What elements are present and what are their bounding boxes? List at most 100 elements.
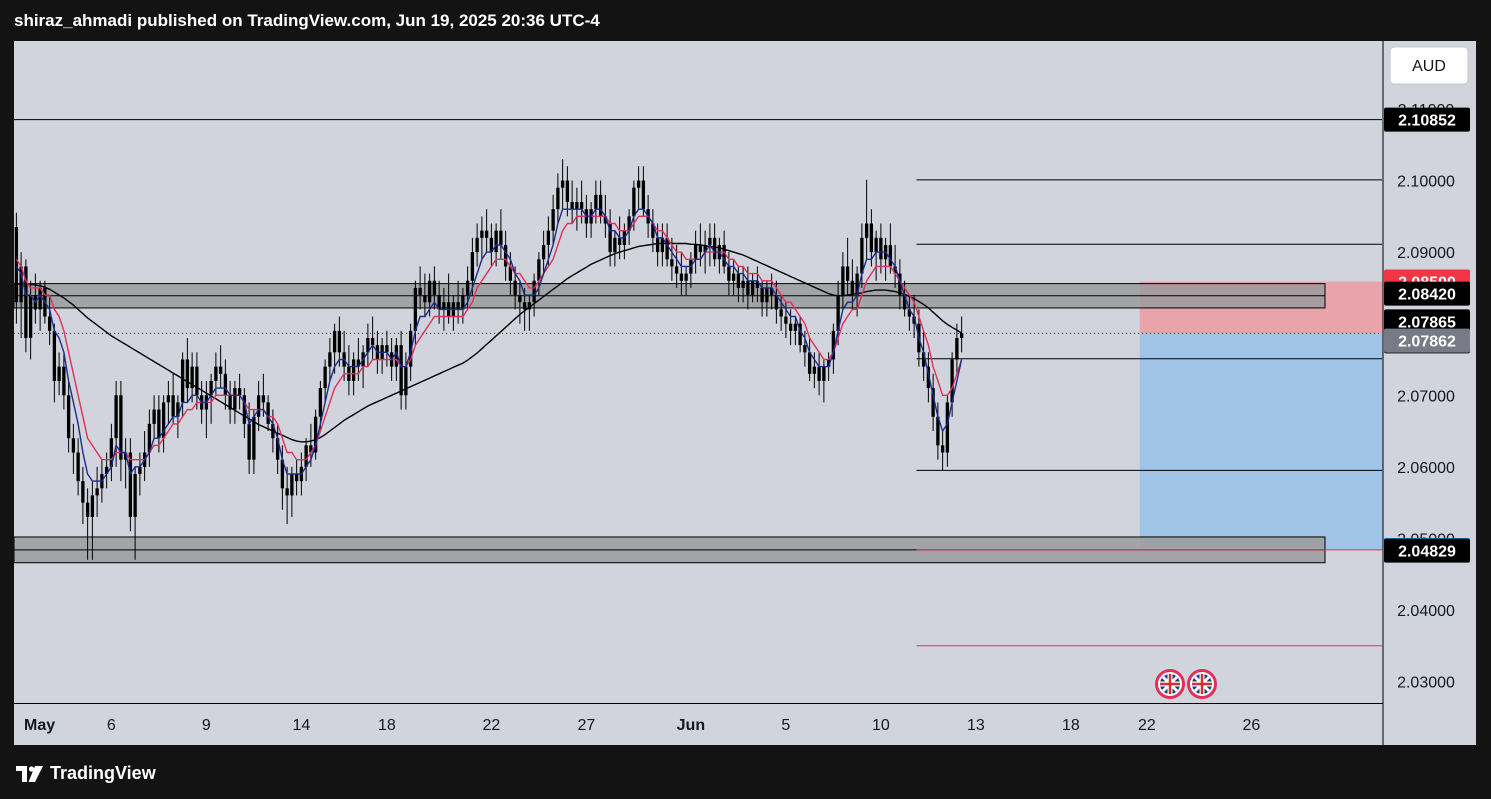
candle-body <box>138 466 142 474</box>
candle-body <box>318 388 323 417</box>
candle <box>636 166 641 210</box>
candle <box>81 466 85 525</box>
candle-body <box>788 323 793 331</box>
candle-body <box>807 352 812 374</box>
candle-body <box>613 237 617 253</box>
uk-flag-icon[interactable] <box>1155 669 1185 699</box>
time-tick-label: Jun <box>677 717 705 734</box>
time-axis: May 6 9 14 18 22 27 Jun 5 10 13 18 22 26 <box>24 717 1260 734</box>
candle <box>218 345 223 389</box>
time-tick-label: 10 <box>872 717 890 734</box>
candle-body <box>432 280 437 296</box>
candle <box>285 466 289 525</box>
candle-body <box>114 395 118 439</box>
currency-label: AUD <box>1412 58 1446 75</box>
candle <box>817 352 821 396</box>
candle-body <box>133 473 137 517</box>
candle-body <box>556 187 560 210</box>
candle-body <box>166 395 171 403</box>
candle <box>237 373 242 410</box>
candle-body <box>484 230 489 238</box>
candle-body <box>323 366 327 389</box>
candle-body <box>537 259 541 281</box>
candle <box>883 237 888 281</box>
candle-body <box>522 302 527 310</box>
candle-body <box>218 366 223 374</box>
candle <box>33 273 38 324</box>
candle-body <box>28 295 33 339</box>
candle-body <box>560 180 565 188</box>
candle <box>712 223 717 267</box>
candle <box>945 395 950 467</box>
candle-body <box>475 237 479 253</box>
candle-body <box>632 187 636 217</box>
candle <box>185 338 190 403</box>
candle-body <box>171 395 175 417</box>
price-tag-label: 2.04829 <box>1398 544 1456 561</box>
candlestick-chart[interactable]: AUD2.030002.040002.050002.060002.070002.… <box>14 41 1476 745</box>
candle <box>128 438 133 532</box>
events-layer <box>1155 669 1217 699</box>
candle-body <box>185 359 190 389</box>
candle <box>195 352 199 410</box>
candle <box>499 209 503 260</box>
candle-body <box>940 445 945 453</box>
candle-body <box>294 473 299 482</box>
currency-button[interactable]: AUD <box>1389 46 1469 85</box>
candle <box>147 409 152 467</box>
candle-body <box>247 423 251 460</box>
candle-body <box>57 366 61 381</box>
candle <box>560 159 565 210</box>
candle <box>209 373 213 424</box>
candle-body <box>513 280 517 296</box>
candle-body <box>731 273 736 281</box>
candle-body <box>803 345 807 353</box>
publisher-header: shiraz_ahmadi published on TradingView.c… <box>14 11 600 30</box>
candle-body <box>14 227 19 303</box>
candle-body <box>95 488 99 496</box>
candle-body <box>955 338 959 360</box>
candle-body <box>442 302 446 310</box>
price-tick-label: 2.03000 <box>1397 675 1455 692</box>
candle <box>541 230 546 274</box>
candle-body <box>570 202 574 210</box>
candle-body <box>727 266 731 281</box>
candle <box>798 316 802 353</box>
candle <box>119 380 123 482</box>
candle-body <box>736 273 741 288</box>
candle-body <box>195 366 199 396</box>
chart-frame[interactable]: AUD2.030002.040002.050002.060002.070002.… <box>14 41 1476 745</box>
candle-body <box>594 194 598 210</box>
candle <box>66 380 71 453</box>
candle-body <box>494 230 498 253</box>
candle-body <box>465 280 470 296</box>
candle-body <box>456 302 460 310</box>
candle <box>161 395 166 453</box>
price-tag-label: 2.08420 <box>1398 287 1456 304</box>
uk-flag-icon[interactable] <box>1187 669 1217 699</box>
candle <box>233 380 237 424</box>
candle <box>356 338 361 381</box>
candle <box>109 423 114 482</box>
price-tick-label: 2.09000 <box>1397 245 1455 262</box>
candle-body <box>864 223 869 238</box>
candle-body <box>869 223 874 253</box>
candle <box>95 466 99 517</box>
candle <box>152 395 156 439</box>
price-tag-label: 2.07862 <box>1398 334 1456 351</box>
candle-body <box>741 280 745 288</box>
candle-body <box>945 402 950 453</box>
candle-body <box>399 345 403 396</box>
candle <box>76 438 80 496</box>
candle-body <box>888 244 893 267</box>
candle <box>142 431 147 482</box>
candle <box>613 230 617 267</box>
candle-body <box>541 244 546 260</box>
price-tag: 2.07862 <box>1384 328 1470 353</box>
candle-body <box>480 230 484 238</box>
candle <box>556 173 560 224</box>
candle-body <box>152 409 156 424</box>
candle-body <box>499 230 503 245</box>
candle-body <box>579 202 584 210</box>
zones-layer <box>14 281 1386 564</box>
